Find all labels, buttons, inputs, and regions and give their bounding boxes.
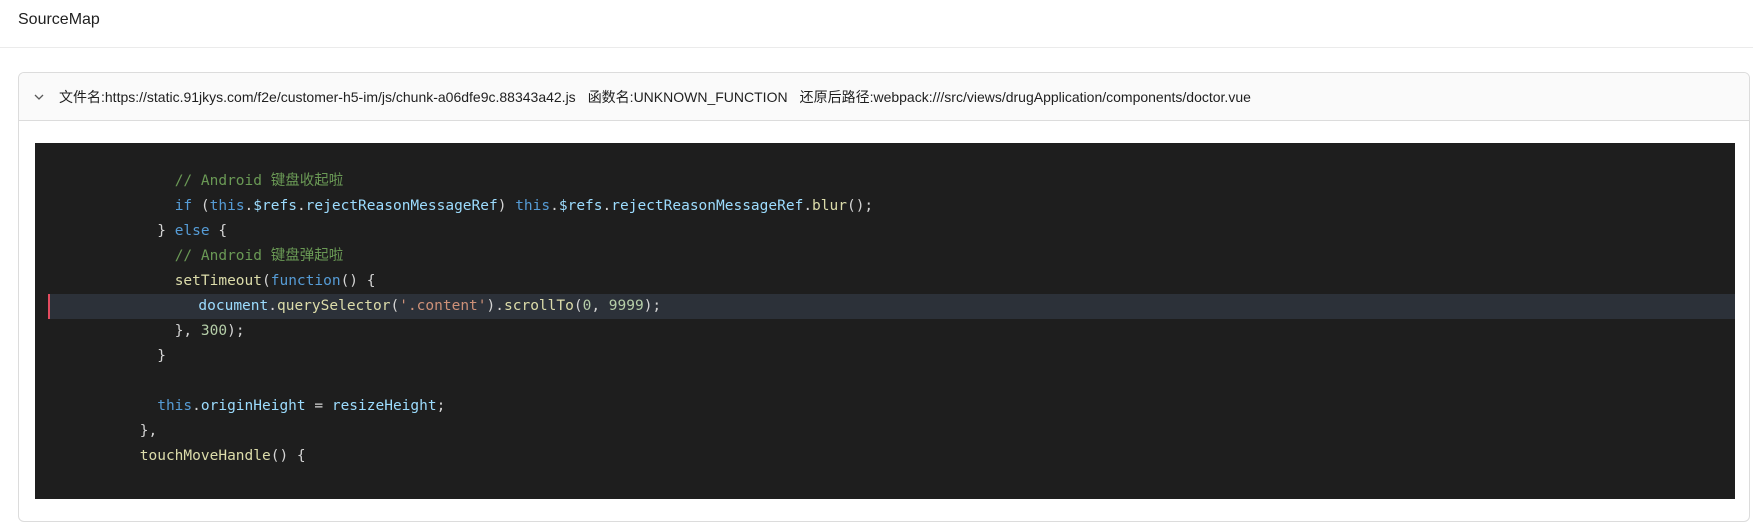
function-name: 函数名:UNKNOWN_FUNCTION (587, 88, 788, 105)
code-token: , (591, 298, 609, 314)
code-viewer[interactable]: // Android 键盘收起啦 if (this.$refs.rejectRe… (35, 143, 1735, 499)
code-token: ( (192, 198, 210, 214)
code-token: scrollTo (504, 298, 574, 314)
code-lines: // Android 键盘收起啦 if (this.$refs.rejectRe… (35, 169, 1735, 469)
code-token: blur (812, 198, 847, 214)
code-token: }, (139, 423, 158, 439)
code-token: touchMoveHandle (139, 448, 271, 464)
code-token: = (305, 398, 332, 414)
code-token: 300 (200, 323, 228, 339)
code-token: rejectReasonMessageRef (305, 198, 498, 214)
code-token: this (515, 198, 551, 214)
code-token: else (174, 223, 210, 239)
chevron-down-icon[interactable] (19, 91, 59, 103)
code-token: 0 (582, 298, 592, 314)
code-token: () { (340, 273, 376, 289)
code-token: ) (497, 198, 516, 214)
code-token: $refs (253, 198, 297, 214)
page-title: SourceMap (18, 10, 100, 28)
code-token: 9999 (608, 298, 644, 314)
code-token: . (296, 198, 306, 214)
code-token: } (157, 223, 175, 239)
code-token: . (244, 198, 254, 214)
code-line: // Android 键盘收起啦 (35, 169, 1735, 194)
code-token: originHeight (200, 398, 306, 414)
panel-header[interactable]: 文件名:https://static.91jkys.com/f2e/custom… (19, 73, 1749, 121)
code-token: ); (643, 298, 662, 314)
code-token: { (209, 223, 228, 239)
code-token: setTimeout (174, 273, 262, 289)
code-token: // Android 键盘收起啦 (174, 173, 344, 189)
code-token: // Android 键盘弹起啦 (174, 248, 344, 264)
file-name: 文件名:https://static.91jkys.com/f2e/custom… (59, 88, 576, 105)
code-token: ( (573, 298, 583, 314)
code-line: touchMoveHandle() { (35, 444, 1735, 469)
code-token: ; (436, 398, 446, 414)
code-token: ( (262, 273, 271, 289)
code-token: $refs (558, 198, 603, 214)
code-line: }, (35, 419, 1735, 444)
code-token: . (550, 198, 559, 214)
code-token: . (192, 398, 201, 414)
code-line: } (35, 344, 1735, 369)
code-token: function (270, 273, 341, 289)
code-token: document (198, 298, 269, 314)
code-token: . (803, 198, 813, 214)
code-line-highlighted: document.querySelector('.content').scrol… (48, 294, 1735, 319)
sourcemap-panel: 文件名:https://static.91jkys.com/f2e/custom… (18, 72, 1750, 522)
code-token: () { (270, 448, 306, 464)
code-line: }, 300); (35, 319, 1735, 344)
code-token: this (157, 398, 193, 414)
code-line: setTimeout(function() { (35, 269, 1735, 294)
code-token: rejectReasonMessageRef (611, 198, 804, 214)
code-line: if (this.$refs.rejectReasonMessageRef) t… (35, 194, 1735, 219)
page-header: SourceMap (0, 0, 1753, 48)
code-token: . (602, 198, 612, 214)
code-line: } else { (35, 219, 1735, 244)
code-token: ( (390, 298, 400, 314)
code-line: this.originHeight = resizeHeight; (35, 394, 1735, 419)
code-token: }, (174, 323, 201, 339)
code-token: . (268, 298, 277, 314)
code-token: ); (227, 323, 245, 339)
code-token: if (174, 198, 193, 214)
code-token: '.content' (399, 298, 487, 314)
code-token: } (157, 348, 166, 364)
code-token: resizeHeight (331, 398, 437, 414)
restored-path: 还原后路径:webpack:///src/views/drugApplicati… (799, 88, 1251, 105)
code-token: this (209, 198, 245, 214)
code-token: ). (486, 298, 504, 314)
code-token: querySelector (276, 298, 391, 314)
code-line: // Android 键盘弹起啦 (35, 244, 1735, 269)
code-token: (); (846, 198, 874, 214)
